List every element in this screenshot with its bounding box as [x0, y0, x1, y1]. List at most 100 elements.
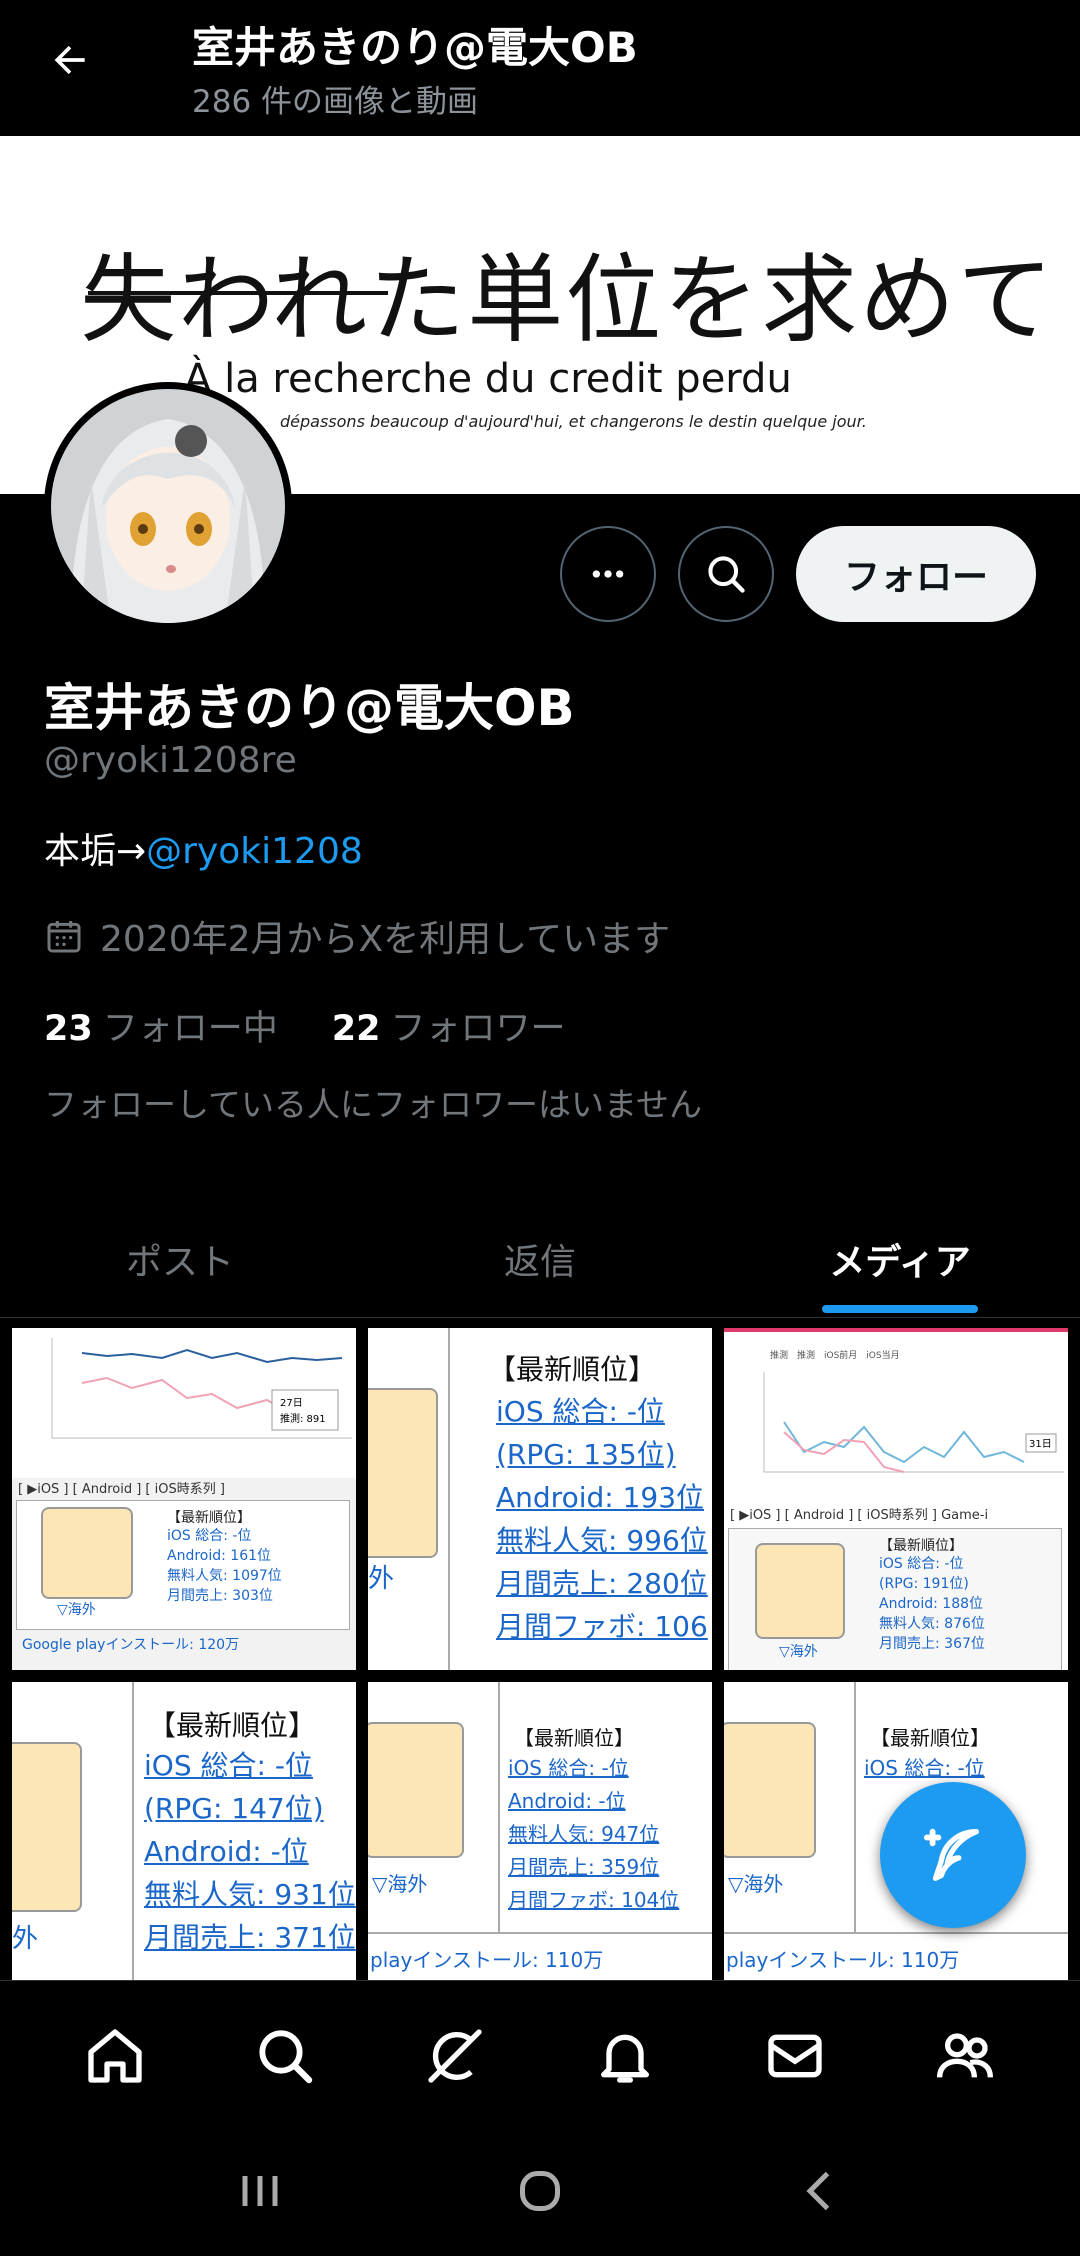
tab-replies[interactable]: 返信 — [360, 1200, 720, 1317]
ranking-line: 月間売上: 371位 — [144, 1921, 356, 1954]
home-icon — [88, 2028, 142, 2083]
character-thumbnail — [12, 1742, 82, 1912]
user-handle: @ryoki1208re — [44, 740, 297, 781]
media-tile[interactable]: 推測 推測 iOS前月 iOS当月 31日 [ ▶iOS ] [ Android… — [724, 1328, 1068, 1670]
ranking-line: 月間売上: 303位 — [167, 1588, 273, 1604]
ranking-head: 【最新順位】 — [167, 1510, 251, 1526]
ranking-line: Android: 193位 — [496, 1481, 705, 1514]
ranking-line: 無料人気: 947位 — [508, 1822, 660, 1846]
ranking-line: iOS 総合: -位 — [144, 1749, 313, 1782]
ranking-head: 【最新順位】 — [148, 1709, 317, 1742]
back-button[interactable] — [40, 30, 100, 90]
nav-messages[interactable] — [745, 2006, 845, 2106]
character-thumbnail — [755, 1543, 845, 1639]
install-count: playインストール: 110万 — [370, 1948, 604, 1972]
ranking-line: 月間売上: 280位 — [496, 1567, 708, 1600]
ranking-line: (RPG: 135位) — [496, 1438, 676, 1471]
character-thumbnail — [368, 1722, 464, 1858]
media-tile[interactable]: 外 【最新順位】 iOS 総合: -位 (RPG: 147位) Android:… — [12, 1682, 356, 1980]
ranking-chart-thumbnail: 27日 推測: 891 — [12, 1328, 356, 1478]
follow-button[interactable]: フォロー — [796, 526, 1036, 622]
followers-count: 22 — [331, 1009, 381, 1049]
nav-communities[interactable] — [915, 2006, 1015, 2106]
back-system-button[interactable] — [790, 2161, 850, 2225]
grok-icon — [428, 2028, 482, 2083]
follow-stats: 23 フォロー中 22 フォロワー — [44, 1000, 565, 1051]
ranking-line: (RPG: 147位) — [144, 1792, 324, 1825]
ranking-line: iOS 総合: -位 — [167, 1528, 252, 1544]
search-profile-button[interactable] — [678, 526, 774, 622]
ranking-line: Android: 188位 — [879, 1596, 984, 1612]
arrow-left-icon — [54, 45, 85, 75]
chart-callout-value: 推測: 891 — [280, 1412, 326, 1425]
following-count: 23 — [44, 1009, 93, 1049]
bio-text: 本垢→ — [44, 831, 147, 872]
compose-post-button[interactable] — [880, 1782, 1026, 1928]
search-icon — [708, 556, 745, 593]
ranking-line: iOS 総合: -位 — [508, 1756, 629, 1780]
platform-links: [ ▶iOS ] [ Android ] [ iOS時系列 ] Game-i — [730, 1508, 989, 1523]
panel-divider — [724, 1932, 1068, 1934]
ranking-head: 【最新順位】 — [870, 1726, 990, 1750]
ranking-line: (RPG: 191位) — [879, 1576, 969, 1592]
ellipsis-icon — [592, 570, 624, 578]
followers-link[interactable]: 22 フォロワー — [332, 1000, 566, 1051]
install-count: playインストール: 110万 — [726, 1948, 960, 1972]
panel-divider — [854, 1682, 856, 1932]
ranking-chart-thumbnail: 推測 推測 iOS前月 iOS当月 31日 — [724, 1332, 1068, 1502]
bell-icon — [601, 2034, 649, 2083]
more-options-button[interactable] — [560, 526, 656, 622]
chart-callout-day: 27日 — [280, 1398, 303, 1409]
media-tile[interactable]: 外 【最新順位】 iOS 総合: -位 (RPG: 135位) Android:… — [368, 1328, 712, 1670]
ranking-line: iOS 総合: -位 — [864, 1756, 985, 1780]
region-caption: ▽海外 — [372, 1872, 428, 1896]
ranking-line: Android: -位 — [508, 1789, 626, 1813]
chart-legend: 推測 推測 iOS前月 iOS当月 — [770, 1349, 900, 1361]
region-caption: 外 — [368, 1564, 395, 1594]
mail-icon — [768, 2034, 822, 2077]
calendar-icon — [47, 921, 81, 953]
platform-links: [ ▶iOS ] [ Android ] [ iOS時系列 ] — [18, 1482, 225, 1497]
tab-posts[interactable]: ポスト — [0, 1200, 360, 1317]
panel-divider — [448, 1328, 450, 1670]
nav-grok[interactable] — [405, 2006, 505, 2106]
media-tile[interactable]: 27日 推測: 891 [ ▶iOS ] [ Android ] [ iOS時系… — [12, 1328, 356, 1670]
home-system-button[interactable] — [510, 2161, 570, 2225]
panel-divider — [498, 1682, 500, 1932]
media-tile[interactable]: ▽海外 【最新順位】 iOS 総合: -位 Android: -位 無料人気: … — [368, 1682, 712, 1980]
chart-callout: 31日 — [1029, 1439, 1052, 1450]
following-link[interactable]: 23 フォロー中 — [44, 1000, 278, 1051]
home-circle-icon — [520, 2171, 560, 2211]
profile-tabs: ポスト 返信 メディア — [0, 1200, 1080, 1318]
ranking-line: 無料人気: 1097位 — [167, 1568, 282, 1584]
ranking-line: 無料人気: 996位 — [496, 1524, 708, 1557]
nav-notifications[interactable] — [575, 2006, 675, 2106]
ranking-line: 無料人気: 876位 — [879, 1616, 985, 1632]
nav-home[interactable] — [65, 2006, 165, 2106]
install-count: Google playインストール: 120万 — [22, 1637, 240, 1653]
banner-small-text: dépassons beaucoup d'aujourd'hui, et cha… — [280, 412, 867, 431]
system-navigation-bar — [0, 2130, 1080, 2256]
ranking-panel: ▽海外 【最新順位】 iOS 総合: -位 (RPG: 191位) Androi… — [728, 1528, 1062, 1670]
character-thumbnail — [41, 1507, 133, 1599]
avatar[interactable] — [44, 382, 292, 630]
following-label: フォロー中 — [102, 1009, 278, 1049]
panel-divider — [132, 1682, 134, 1980]
nav-explore[interactable] — [235, 2006, 335, 2106]
recent-apps-button[interactable] — [230, 2161, 290, 2225]
chevron-left-icon — [806, 2171, 830, 2211]
mutual-followers-note: フォローしている人にフォロワーはいません — [44, 1085, 703, 1124]
ranking-line: iOS 総合: -位 — [879, 1556, 964, 1572]
communities-icon — [937, 2032, 993, 2078]
ranking-line: Android: 161位 — [167, 1548, 272, 1564]
ranking-line: Android: -位 — [144, 1835, 309, 1868]
banner-subtitle: À la recherche du credit perdu — [184, 356, 792, 402]
page-title: 室井あきのり@電大OB — [192, 23, 638, 72]
avatar-image — [51, 389, 285, 623]
banner-strikethrough — [88, 291, 388, 295]
region-caption: 外 — [12, 1924, 39, 1954]
tab-media[interactable]: メディア — [720, 1200, 1080, 1317]
ranking-head: 【最新順位】 — [879, 1538, 963, 1554]
bio-mention-link[interactable]: @ryoki1208 — [146, 831, 363, 872]
ranking-panel: ▽海外 【最新順位】 iOS 総合: -位 Android: 161位 無料人気… — [16, 1500, 350, 1630]
